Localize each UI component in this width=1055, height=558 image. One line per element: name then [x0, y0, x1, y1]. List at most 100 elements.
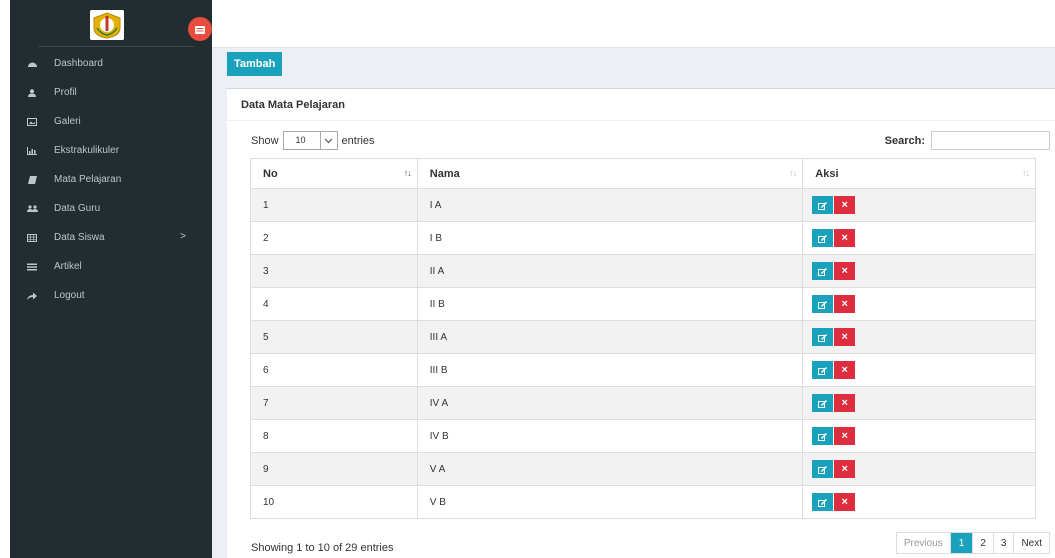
sidebar: Dashboard Profil Galeri Ekstrakulikuler … — [10, 0, 212, 558]
delete-button[interactable]: × — [834, 262, 856, 280]
edit-button[interactable] — [812, 361, 834, 379]
edit-button[interactable] — [812, 196, 834, 214]
delete-button[interactable]: × — [834, 361, 856, 379]
cell-no: 7 — [250, 386, 418, 420]
length-prefix: Show — [251, 134, 279, 147]
search-control: Search: — [885, 131, 1050, 150]
search-input[interactable] — [931, 131, 1050, 150]
edit-icon — [818, 264, 828, 279]
table-body: 1 I A × 2 I B × 3 II A × 4 II B × 5 III … — [250, 188, 1036, 519]
cell-aksi: × — [802, 452, 1036, 486]
users-icon — [10, 204, 54, 213]
add-button[interactable]: Tambah — [227, 52, 283, 76]
edit-button[interactable] — [812, 229, 834, 247]
pagination-page-3[interactable]: 3 — [992, 533, 1014, 553]
sidebar-item-ekstrakulikuler[interactable]: Ekstrakulikuler — [10, 136, 212, 165]
cell-no: 10 — [250, 485, 418, 519]
sidebar-item-logout[interactable]: Logout — [10, 281, 212, 310]
sidebar-menu: Dashboard Profil Galeri Ekstrakulikuler … — [10, 49, 212, 310]
edit-button[interactable] — [812, 493, 834, 511]
cell-aksi: × — [802, 254, 1036, 288]
cell-aksi: × — [802, 320, 1036, 354]
sidebar-item-data-guru[interactable]: Data Guru — [10, 194, 212, 223]
sidebar-item-label: Ekstrakulikuler — [54, 145, 120, 156]
school-logo — [90, 10, 124, 40]
pagination-page-2[interactable]: 2 — [972, 533, 993, 553]
pagination-page-1[interactable]: 1 — [949, 533, 973, 553]
cell-aksi: × — [802, 287, 1036, 321]
cell-aksi: × — [802, 419, 1036, 453]
edit-icon — [818, 231, 828, 246]
top-header — [212, 0, 1055, 48]
cell-no: 5 — [250, 320, 418, 354]
column-header-nama[interactable]: Nama ↑↓ — [416, 158, 804, 189]
edit-icon — [818, 396, 828, 411]
image-icon — [10, 117, 54, 126]
box-title: Data Mata Pelajaran — [241, 99, 345, 111]
delete-button[interactable]: × — [834, 328, 856, 346]
cell-no: 3 — [250, 254, 418, 288]
table-row: 9 V A × — [250, 452, 1036, 486]
cell-no: 2 — [250, 221, 418, 255]
delete-button[interactable]: × — [834, 427, 856, 445]
cell-nama: II A — [416, 254, 804, 288]
sidebar-item-artikel[interactable]: Artikel — [10, 252, 212, 281]
cell-nama: III A — [416, 320, 804, 354]
entries-select[interactable]: 10 — [282, 131, 338, 150]
edit-button[interactable] — [812, 427, 834, 445]
length-suffix: entries — [341, 134, 375, 147]
column-header-aksi[interactable]: Aksi ↑↓ — [802, 158, 1036, 189]
table-row: 7 IV A × — [250, 386, 1036, 420]
cell-nama: V A — [416, 452, 804, 486]
sidebar-item-label: Data Siswa — [54, 232, 105, 243]
sort-icon: ↑↓ — [1022, 168, 1030, 178]
delete-button[interactable]: × — [834, 460, 856, 478]
table-row: 8 IV B × — [250, 419, 1036, 453]
search-label: Search: — [884, 134, 925, 147]
table-header-row: No ↑↓ Nama ↑↓ Aksi ↑↓ — [250, 158, 1036, 189]
cell-no: 1 — [250, 188, 418, 222]
table-row: 1 I A × — [250, 188, 1036, 222]
logo-area — [10, 0, 212, 47]
edit-button[interactable] — [812, 394, 834, 412]
edit-button[interactable] — [812, 460, 834, 478]
table-row: 5 III A × — [250, 320, 1036, 354]
column-header-label: Nama — [429, 167, 460, 180]
sidebar-item-profil[interactable]: Profil — [10, 78, 212, 107]
box-divider — [227, 120, 1055, 121]
edit-button[interactable] — [812, 295, 834, 313]
sidebar-item-label: Data Guru — [54, 203, 101, 214]
delete-button[interactable]: × — [834, 493, 856, 511]
delete-button[interactable]: × — [834, 229, 856, 247]
cell-no: 9 — [250, 452, 418, 486]
sidebar-toggle-button[interactable] — [188, 17, 212, 41]
pagination-next[interactable]: Next — [1013, 533, 1049, 553]
sidebar-item-mata-pelajaran[interactable]: Mata Pelajaran — [10, 165, 212, 194]
cell-no: 8 — [250, 419, 418, 453]
delete-button[interactable]: × — [834, 295, 856, 313]
menu-icon — [195, 22, 205, 37]
sidebar-item-data-siswa[interactable]: Data Siswa > — [10, 223, 212, 252]
column-header-no[interactable]: No ↑↓ — [250, 158, 418, 189]
table-row: 10 V B × — [250, 485, 1036, 519]
column-header-label: No — [263, 167, 278, 180]
delete-button[interactable]: × — [834, 196, 856, 214]
data-table: No ↑↓ Nama ↑↓ Aksi ↑↓ 1 I A × 2 I B × 3 … — [250, 158, 1036, 519]
cell-aksi: × — [802, 353, 1036, 387]
list-icon — [10, 263, 54, 271]
pagination: Previous 1 2 3 Next — [895, 532, 1050, 554]
user-icon — [10, 88, 54, 97]
table-icon — [10, 233, 54, 242]
sidebar-item-galeri[interactable]: Galeri — [10, 107, 212, 136]
sidebar-item-dashboard[interactable]: Dashboard — [10, 49, 212, 78]
edit-button[interactable] — [812, 262, 834, 280]
delete-button[interactable]: × — [834, 394, 856, 412]
main-content: Tambah Data Mata Pelajaran Show 10 entri… — [212, 48, 1055, 558]
sidebar-item-label: Artikel — [54, 261, 82, 272]
edit-button[interactable] — [812, 328, 834, 346]
table-row: 6 III B × — [250, 353, 1036, 387]
cell-aksi: × — [802, 188, 1036, 222]
pagination-previous[interactable]: Previous — [896, 533, 950, 553]
book-icon — [10, 175, 54, 184]
edit-icon — [818, 363, 828, 378]
